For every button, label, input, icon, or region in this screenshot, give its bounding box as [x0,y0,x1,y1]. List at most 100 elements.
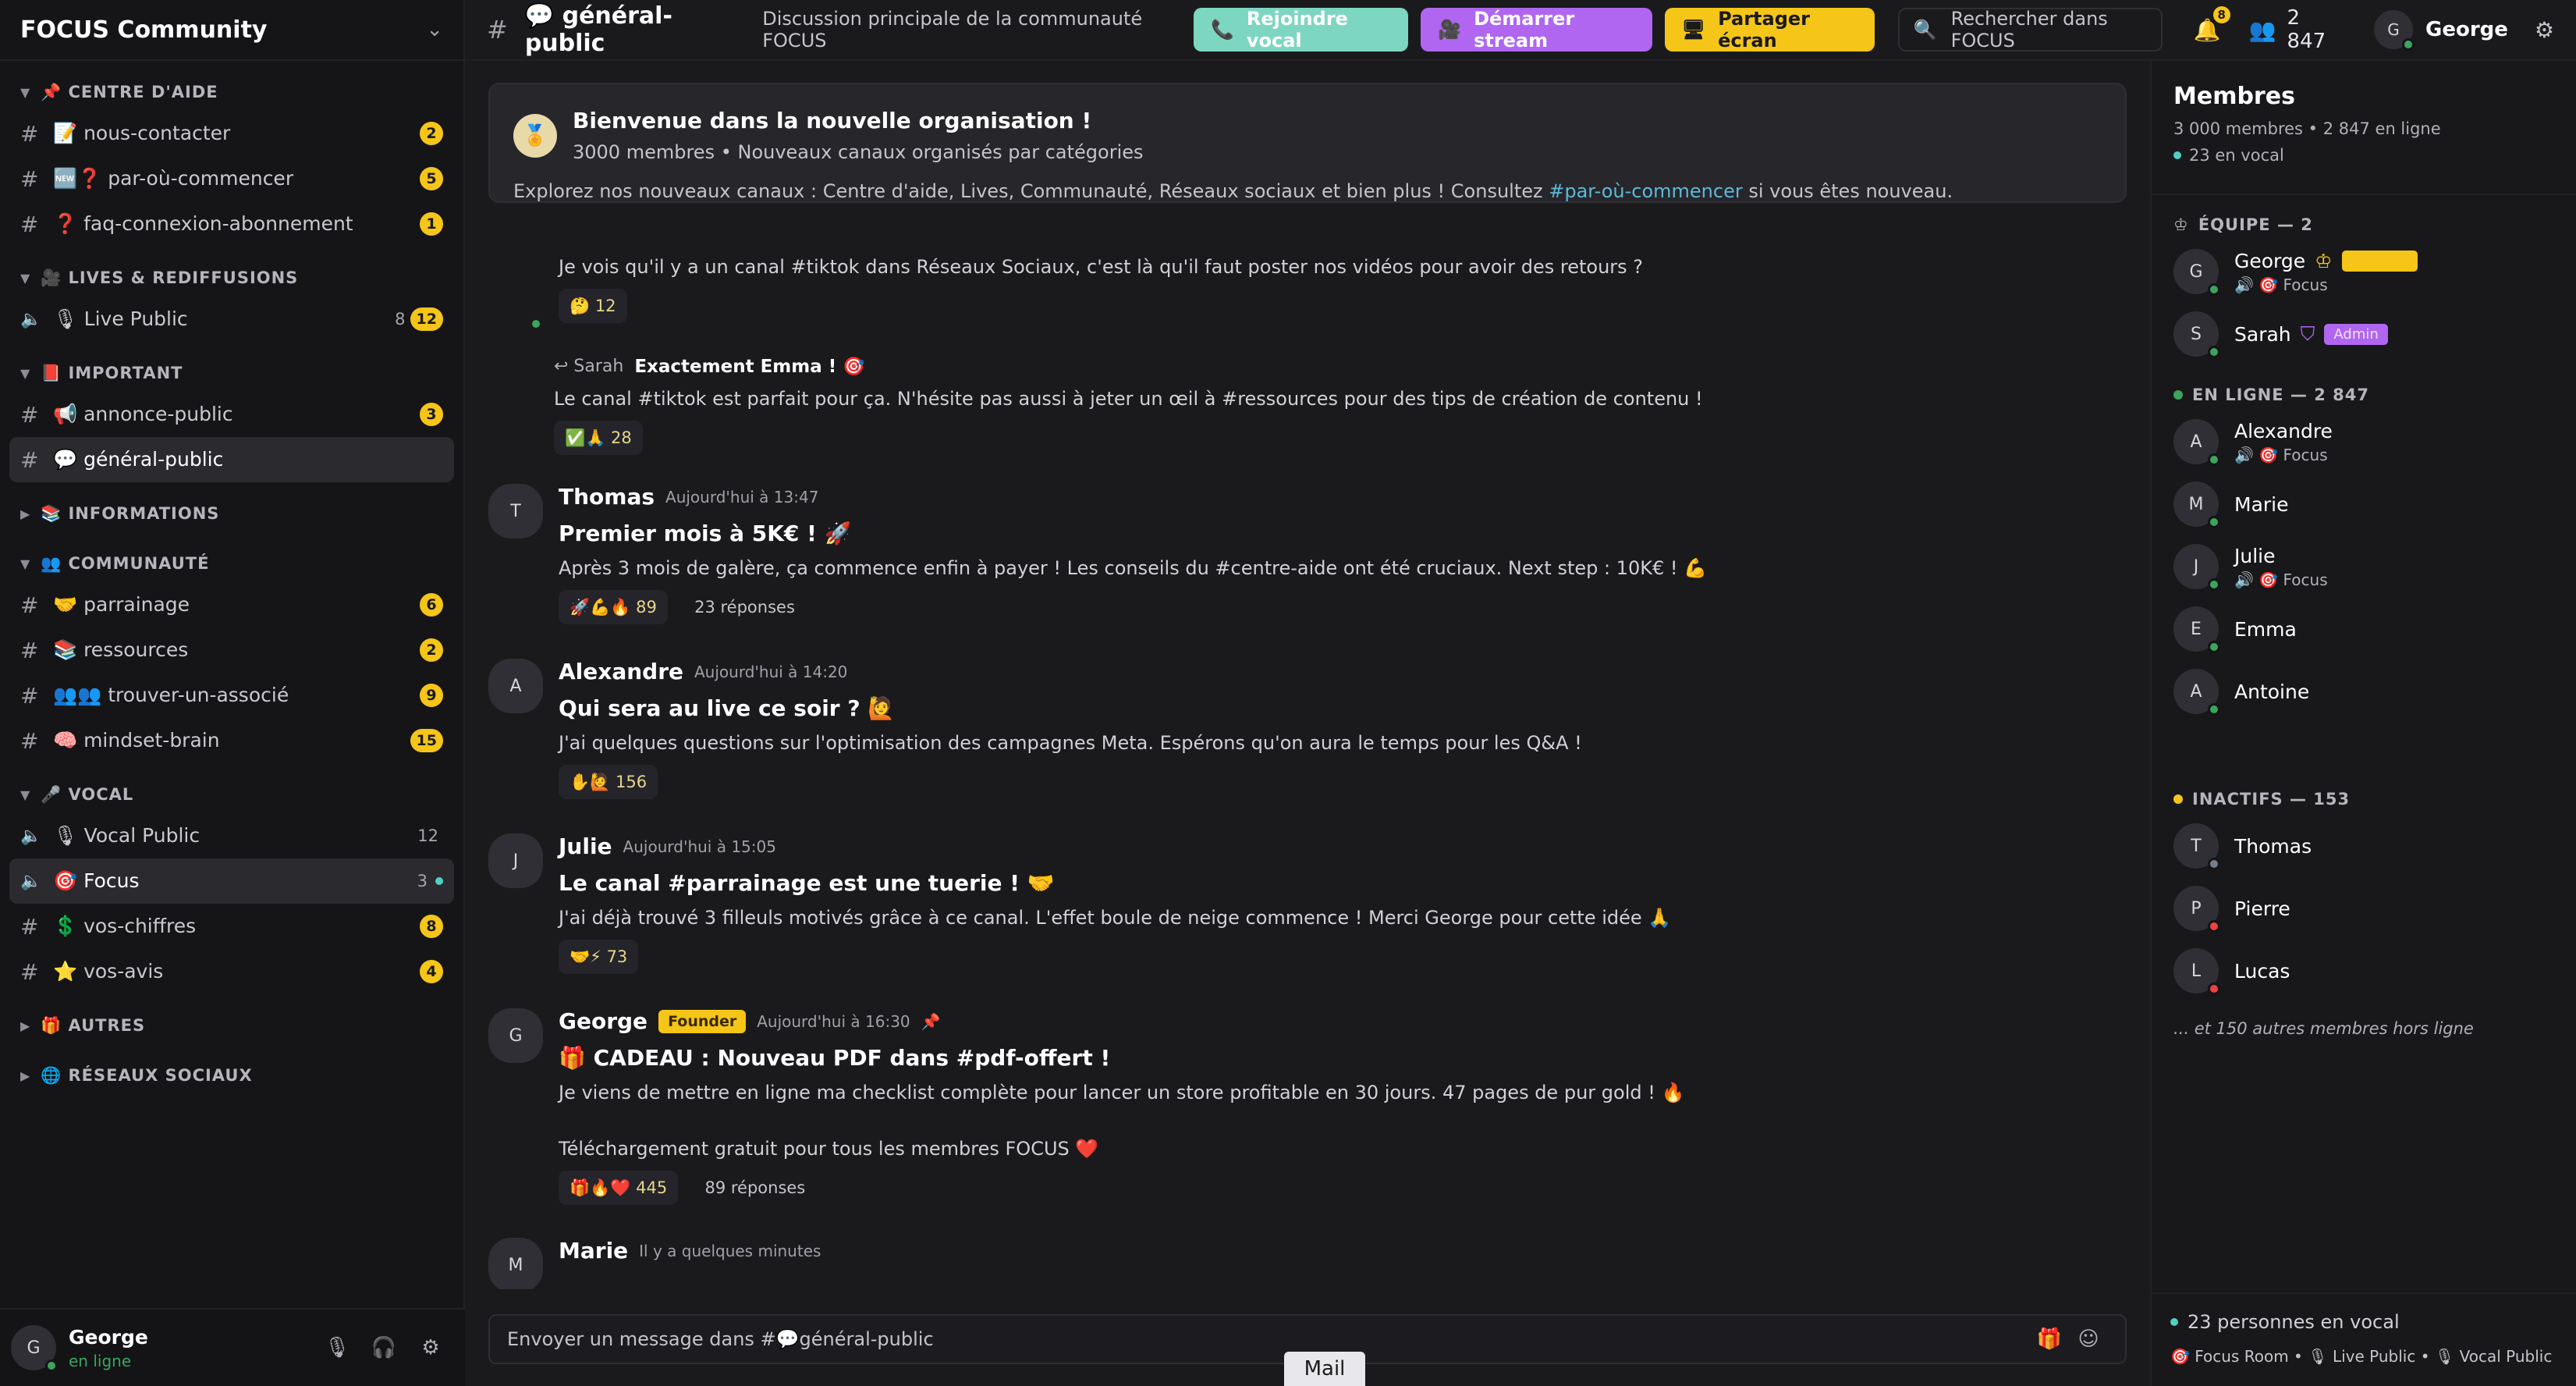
gear-icon[interactable]: ⚙ [407,1336,454,1359]
organization-logo-icon: 🏅 [513,114,557,158]
dnd-status-icon [2208,920,2220,933]
start-stream-label: Démarrer stream [1474,8,1575,52]
channel-name: 🧠 mindset-brain [53,729,220,752]
message-text: Le canal #tiktok est parfait pour ça. N'… [554,388,1703,410]
message-author[interactable]: Alexandre [559,659,683,684]
channel-annonce-public[interactable]: # 📢 annonce-public 3 [9,392,454,437]
message-time: Aujourd'hui à 13:47 [665,487,819,506]
member-marie[interactable]: M Marie [2152,473,2576,535]
gift-icon[interactable]: 🎁 [2030,1327,2069,1351]
replies-link[interactable]: 89 réponses [704,1178,805,1197]
gear-icon[interactable]: ⚙ [2535,17,2554,43]
welcome-text: Explorez nos nouveaux canaux : Centre d'… [513,180,2102,202]
replies-link[interactable]: 23 réponses [694,598,795,617]
channel-par-ou-commencer[interactable]: # 🆕❓ par-où-commencer 5 [9,156,454,201]
channel-name: 🆕❓ par-où-commencer [53,167,294,190]
reaction-chip[interactable]: 🤔 12 [559,289,627,323]
member-sarah[interactable]: S Sarah ⛉ Admin [2152,303,2576,365]
channel-vos-avis[interactable]: # ⭐ vos-avis 4 [9,949,454,994]
hash-icon: # [487,15,508,44]
avatar[interactable]: G [11,1325,58,1372]
avatar[interactable]: A [488,659,543,713]
members-icon[interactable]: 👥 [2249,17,2276,43]
reply-header[interactable]: ↩ Sarah Exactement Emma ! 🎯 [554,356,2127,377]
member-antoine[interactable]: A Antoine [2152,660,2576,723]
avatar[interactable]: T [488,484,543,538]
channel-general-public[interactable]: # 💬 général-public [9,437,454,482]
channel-sidebar: FOCUS Community ⌄ ▼ 📌 CENTRE D'AIDE # 📝 … [0,0,465,1386]
category-label: 🎥 LIVES & REDIFFUSIONS [41,268,299,287]
channel-nous-contacter[interactable]: # 📝 nous-contacter 2 [9,111,454,156]
member-pierre[interactable]: P Pierre [2152,877,2576,940]
voice-footer[interactable]: 23 personnes en vocal 🎯 Focus Room • 🎙 L… [2152,1292,2576,1386]
channel-vocal-public[interactable]: 🔈 🎙 Vocal Public 12 [9,813,454,858]
message-author[interactable]: Marie [559,1238,628,1263]
section-online: EN LIGNE — 2 847 [2152,379,2576,410]
channel-faq-connexion[interactable]: # ❓ faq-connexion-abonnement 1 [9,201,454,247]
member-emma[interactable]: E Emma [2152,598,2576,660]
channel-trouver-un-associe[interactable]: # 👥👥 trouver-un-associé 9 [9,673,454,718]
avatar[interactable]: G [488,1008,543,1063]
emoji-icon[interactable]: ☺ [2069,1327,2108,1351]
reaction-chip[interactable]: 🎁🔥❤️ 445 [559,1171,679,1205]
reaction-chip[interactable]: ✋🙋 156 [559,765,658,799]
category-centre-aide[interactable]: ▼ 📌 CENTRE D'AIDE [9,73,454,111]
member-activity: 🔊 🎯 Focus [2234,275,2328,294]
start-stream-button[interactable]: 🎥 Démarrer stream [1421,8,1652,52]
crown-icon: ♔ [2315,249,2333,272]
topbar-user[interactable]: G George [2374,10,2508,51]
section-team: ♔ ÉQUIPE — 2 [2152,209,2576,240]
welcome-subtitle: 3000 membres • Nouveaux canaux organisés… [573,141,1144,163]
server-header[interactable]: FOCUS Community ⌄ [0,0,463,61]
category-important[interactable]: ▼ 📕 IMPORTANT [9,354,454,392]
category-informations[interactable]: ▶ 📚 INFORMATIONS [9,495,454,532]
share-screen-label: Partager écran [1718,8,1810,52]
share-screen-button[interactable]: 🖥 Partager écran [1664,8,1875,52]
search-input[interactable]: 🔍 Rechercher dans FOCUS [1897,8,2163,52]
members-in-voice: 23 en vocal [2189,146,2284,165]
message-author[interactable]: Julie [559,833,612,859]
category-vocal[interactable]: ▼ 🎤 VOCAL [9,776,454,813]
hash-icon: # [20,592,39,618]
avatar[interactable]: M [488,1238,543,1289]
channel-ressources[interactable]: # 📚 ressources 2 [9,627,454,673]
member-lucas[interactable]: L Lucas [2152,940,2576,1002]
category-autres[interactable]: ▶ 🎁 AUTRES [9,1007,454,1044]
category-label: 🎁 AUTRES [41,1015,146,1035]
channel-name: 👥👥 trouver-un-associé [53,684,289,706]
member-activity: 🔊 🎯 Focus [2234,445,2328,464]
message-thomas: T Thomas Aujourd'hui à 13:47 Premier moi… [488,484,2127,698]
reaction-chip[interactable]: 🤝⚡ 73 [559,940,639,974]
par-ou-commencer-link[interactable]: #par-où-commencer [1549,180,1742,202]
voice-count: 8 [395,310,406,329]
channel-mindset-brain[interactable]: # 🧠 mindset-brain 15 [9,718,454,763]
channel-live-public[interactable]: 🔈 🎙 Live Public 8 12 [9,297,454,342]
join-voice-button[interactable]: 📞 Rejoindre vocal [1193,8,1409,52]
avatar[interactable]: J [488,833,543,888]
avatar: E [2173,606,2220,653]
message-author[interactable]: George [559,1008,648,1034]
category-reseaux-sociaux[interactable]: ▶ 🌐 RÉSEAUX SOCIAUX [9,1057,454,1094]
unread-badge: 9 [420,684,443,707]
reaction-chip[interactable]: 🚀💪🔥 89 [559,590,668,624]
mail-tooltip: Mail [1284,1352,1365,1386]
message-author[interactable]: Thomas [559,484,655,510]
microphone-icon[interactable]: 🎙 [314,1336,360,1359]
member-alexandre[interactable]: A Alexandre 🔊 🎯 Focus [2152,410,2576,473]
chevron-down-icon[interactable]: ⌄ [426,18,443,41]
reaction-chip[interactable]: ✅🙏 28 [554,421,643,455]
unread-badge: 6 [420,593,443,617]
member-julie[interactable]: J Julie 🔊 🎯 Focus [2152,535,2576,598]
username: George [69,1325,148,1349]
member-thomas[interactable]: T Thomas [2152,815,2576,877]
category-communaute[interactable]: ▼ 👥 COMMUNAUTÉ [9,545,454,582]
member-george[interactable]: G George ♔ Founder 🔊 🎯 Focus [2152,240,2576,303]
category-lives[interactable]: ▼ 🎥 LIVES & REDIFFUSIONS [9,259,454,297]
channel-focus-voice[interactable]: 🔈 🎯 Focus 3 [9,858,454,904]
unread-badge: 8 [420,915,443,938]
user-status: en ligne [69,1351,132,1370]
channel-parrainage[interactable]: # 🤝 parrainage 6 [9,582,454,627]
bell-icon[interactable]: 🔔 8 [2194,5,2230,43]
channel-vos-chiffres[interactable]: # 💲 vos-chiffres 8 [9,904,454,949]
headphones-icon[interactable]: 🎧 [360,1336,407,1359]
